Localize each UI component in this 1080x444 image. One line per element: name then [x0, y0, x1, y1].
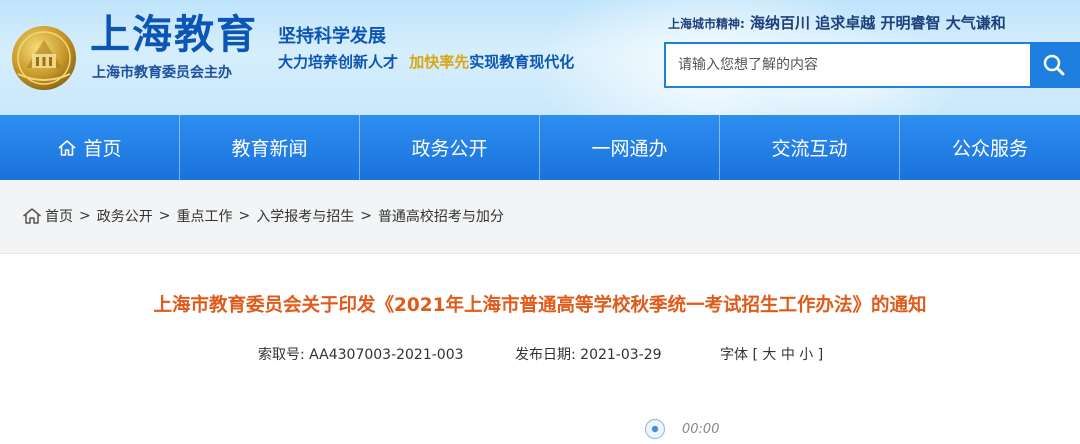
site-logo-subtitle: 上海市教育委员会主办 [92, 65, 232, 81]
font-size-small-button[interactable]: 小 [799, 347, 813, 363]
breadcrumb-link-enrollment[interactable]: 入学报考与招生 [256, 206, 354, 226]
slogan-part-3: 实现教育现代化 [469, 53, 575, 71]
shanghai-education-emblem-icon[interactable] [8, 20, 80, 92]
font-size-label: 字体 [720, 347, 748, 363]
font-bracket-open: [ [752, 347, 758, 363]
audio-player: 00:00 [644, 418, 719, 440]
slogan-part-2: 加快率先 [409, 53, 470, 71]
nav-item-one-net-service[interactable]: 一网通办 [540, 115, 720, 180]
home-icon [58, 139, 77, 156]
search-icon [1043, 54, 1065, 76]
divider [0, 253, 1080, 254]
slogan-line-1: 坚持科学发展 [278, 26, 386, 47]
breadcrumb-link-key-work[interactable]: 重点工作 [176, 206, 232, 226]
article-title: 上海市教育委员会关于印发《2021年上海市普通高等学校秋季统一考试招生工作办法》… [153, 295, 927, 316]
nav-item-label: 政务公开 [411, 138, 488, 160]
nav-item-government-affairs[interactable]: 政务公开 [360, 115, 540, 180]
font-size-medium-button[interactable]: 中 [781, 347, 795, 363]
search-button[interactable] [1030, 44, 1078, 86]
site-logo-title[interactable]: 上海教育 [90, 12, 258, 58]
nav-item-label: 交流互动 [771, 138, 848, 160]
slogan-part-1: 大力培养创新人才 [278, 53, 399, 71]
nav-item-label: 教育新闻 [231, 138, 308, 160]
index-label: 索取号: [258, 347, 305, 363]
search-input[interactable] [666, 44, 1030, 86]
nav-item-label: 一网通办 [591, 138, 668, 160]
font-bracket-close: ] [817, 347, 824, 363]
index-value: AA4307003-2021-003 [309, 347, 464, 363]
nav-item-label: 首页 [83, 138, 122, 160]
nav-item-interaction[interactable]: 交流互动 [720, 115, 900, 180]
breadcrumb-separator: > [79, 208, 91, 224]
breadcrumb-separator: > [360, 208, 372, 224]
font-size-large-button[interactable]: 大 [762, 347, 776, 363]
audio-time: 00:00 [682, 421, 720, 437]
breadcrumb-link-college-admission[interactable]: 普通高校招考与加分 [378, 206, 504, 226]
audio-play-icon[interactable] [644, 418, 666, 440]
search-box [664, 42, 1080, 88]
date-label: 发布日期: [515, 347, 576, 363]
breadcrumb: 首页 > 政务公开 > 重点工作 > 入学报考与招生 > 普通高校招考与加分 [22, 206, 504, 226]
city-spirit: 上海城市精神: 海纳百川 追求卓越 开明睿智 大气谦和 [668, 12, 1006, 35]
breadcrumb-bar: 首页 > 政务公开 > 重点工作 > 入学报考与招生 > 普通高校招考与加分 [0, 180, 1080, 253]
font-size-control: 字体 [ 大 中 小 ] [720, 345, 823, 365]
breadcrumb-separator: > [238, 208, 251, 224]
home-icon [23, 208, 41, 224]
site-header: 上海教育 上海市教育委员会主办 坚持科学发展 大力培养创新人才 加快率先实现教育… [0, 0, 1080, 115]
article-index: 索取号: AA4307003-2021-003 [258, 345, 464, 365]
breadcrumb-link-home[interactable]: 首页 [45, 206, 73, 226]
article-date: 发布日期: 2021-03-29 [515, 345, 662, 365]
date-value: 2021-03-29 [580, 347, 662, 363]
breadcrumb-link-government-affairs[interactable]: 政务公开 [97, 206, 153, 226]
breadcrumb-separator: > [158, 208, 171, 224]
main-nav: 首页 教育新闻 政务公开 一网通办 交流互动 公众服务 [0, 115, 1080, 180]
nav-item-education-news[interactable]: 教育新闻 [180, 115, 360, 180]
slogan-line-2: 大力培养创新人才 加快率先实现教育现代化 [278, 53, 574, 71]
nav-item-home[interactable]: 首页 [0, 115, 180, 180]
city-spirit-label: 上海城市精神: [668, 17, 745, 31]
nav-item-label: 公众服务 [951, 138, 1028, 160]
nav-item-public-service[interactable]: 公众服务 [900, 115, 1080, 180]
city-spirit-text: 海纳百川 追求卓越 开明睿智 大气谦和 [750, 14, 1006, 32]
